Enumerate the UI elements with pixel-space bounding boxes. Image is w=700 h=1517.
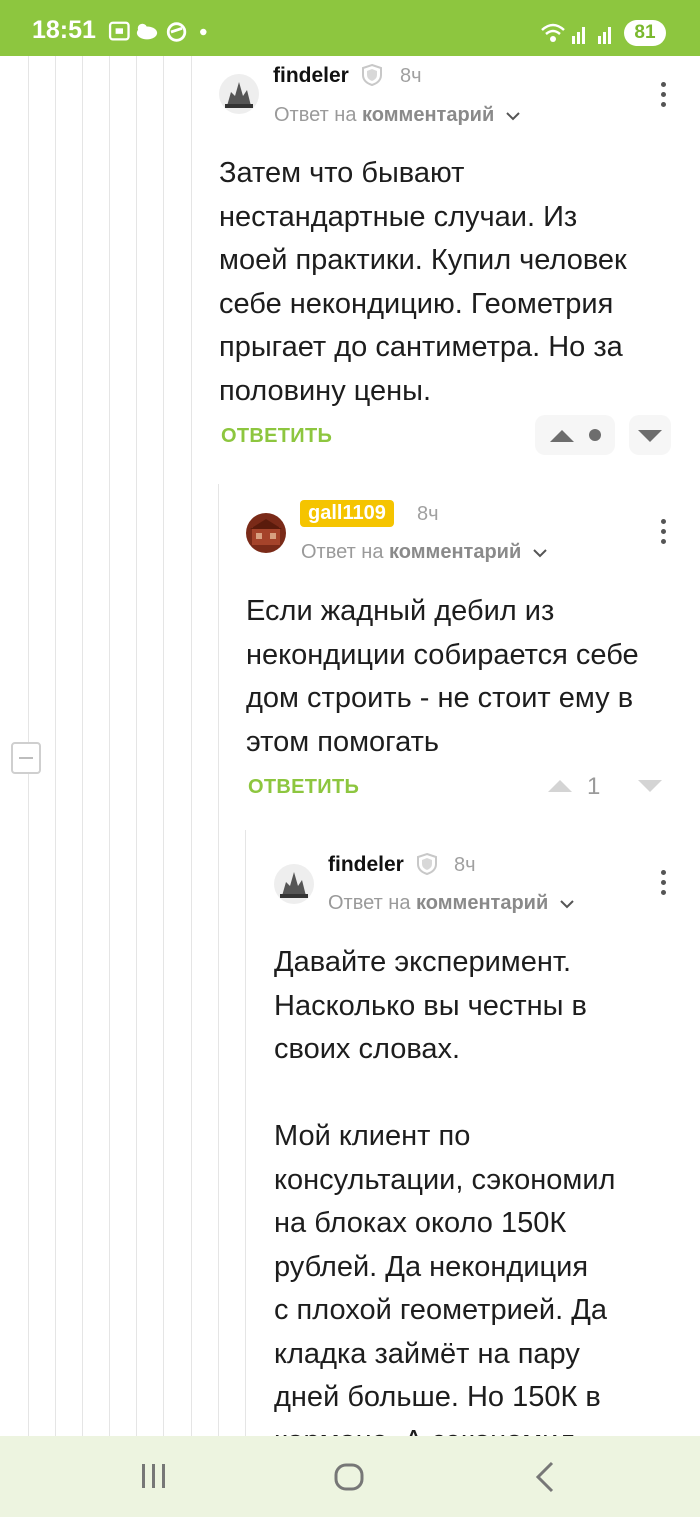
reply-to-target: комментарий — [362, 104, 495, 126]
vote-box — [629, 415, 671, 455]
recent-apps-icon[interactable] — [140, 1462, 168, 1490]
rating-dot-icon — [589, 429, 601, 441]
comment-text: Затем что бывают нестандартные случаи. И… — [219, 157, 627, 407]
signal-icons — [541, 23, 611, 44]
thread-line — [55, 56, 56, 1436]
reply-button[interactable]: ОТВЕТИТЬ — [248, 776, 359, 799]
vote-box — [535, 415, 615, 455]
username[interactable]: findeler — [328, 853, 404, 877]
more-options-icon[interactable] — [661, 870, 667, 900]
thread-line — [245, 830, 246, 1436]
comment-text: Если жадный дебил из некондиции собирает… — [246, 595, 639, 758]
reply-to-target: комментарий — [389, 541, 522, 563]
avatar-image — [246, 513, 286, 553]
avatar[interactable] — [274, 864, 314, 904]
collapse-thread-button[interactable] — [11, 742, 41, 774]
comment-time: 8ч — [400, 65, 422, 87]
system-nav-bar — [0, 1436, 700, 1517]
more-options-icon[interactable] — [661, 82, 667, 112]
downvote-icon[interactable] — [637, 779, 663, 793]
shield-icon — [417, 852, 437, 876]
chevron-down-icon — [533, 549, 547, 558]
downvote-icon[interactable] — [637, 429, 663, 443]
reply-to-link[interactable]: Ответ на комментарий — [328, 892, 574, 915]
shield-icon — [362, 63, 382, 87]
reply-to-prefix: Ответ на — [301, 541, 384, 563]
home-icon[interactable] — [334, 1462, 364, 1492]
reply-button[interactable]: ОТВЕТИТЬ — [221, 425, 332, 448]
thread-line — [191, 56, 192, 1436]
username[interactable]: findeler — [273, 64, 349, 88]
status-time: 18:51 — [32, 16, 96, 44]
chevron-down-icon — [506, 112, 520, 121]
upvote-icon[interactable] — [549, 429, 575, 443]
rating-count: 1 — [587, 773, 601, 800]
comment-time: 8ч — [454, 854, 476, 876]
username-badge[interactable]: gall1109 — [300, 500, 394, 527]
reply-to-link[interactable]: Ответ на комментарий — [301, 541, 547, 564]
thread-line — [136, 56, 137, 1436]
chevron-down-icon — [560, 900, 574, 909]
comment-text: Давайте эксперимент. Насколько вы честны… — [274, 946, 616, 1436]
thread-line — [109, 56, 110, 1436]
notification-icons — [108, 21, 207, 42]
reply-to-prefix: Ответ на — [274, 104, 357, 126]
avatar-image — [274, 864, 314, 904]
avatar-image — [219, 74, 259, 114]
battery-icon: 81 — [624, 20, 666, 46]
avatar[interactable] — [219, 74, 259, 114]
upvote-icon[interactable] — [547, 779, 573, 793]
back-icon[interactable] — [535, 1461, 555, 1493]
more-options-icon[interactable] — [661, 519, 667, 549]
reply-to-link[interactable]: Ответ на комментарий — [274, 104, 520, 127]
thread-line — [163, 56, 164, 1436]
thread-line — [82, 56, 83, 1436]
avatar[interactable] — [246, 513, 286, 553]
thread-line — [218, 484, 219, 1436]
comment-time: 8ч — [417, 503, 439, 525]
status-bar: 18:51 81 — [0, 0, 700, 56]
reply-to-prefix: Ответ на — [328, 892, 411, 914]
reply-to-target: комментарий — [416, 892, 549, 914]
